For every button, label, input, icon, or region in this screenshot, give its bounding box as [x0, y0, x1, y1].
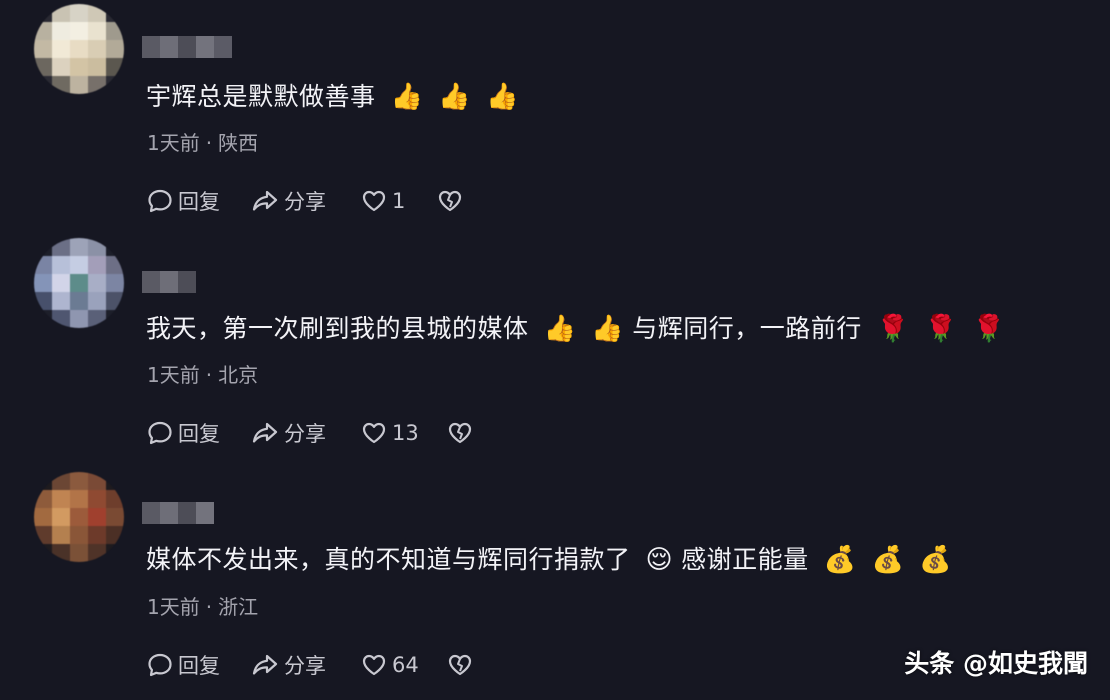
reply-label: 回复 — [178, 654, 220, 678]
comment-body-continued: 与辉同行，一路前行 — [632, 314, 862, 343]
thumbs-up-icon: 👍 — [591, 314, 625, 344]
comment-text: 媒体不发出来，真的不知道与辉同行捐款了 😌 感谢正能量 💰 💰 💰 — [146, 543, 952, 577]
dislike-button[interactable] — [446, 651, 474, 679]
share-label: 分享 — [284, 422, 326, 446]
reply-button[interactable]: 回复 — [146, 650, 250, 680]
comment-bubble-icon — [148, 421, 172, 445]
share-label: 分享 — [284, 654, 326, 678]
reply-label: 回复 — [178, 422, 220, 446]
reply-button[interactable]: 回复 — [146, 418, 250, 448]
broken-heart-icon — [448, 422, 472, 444]
share-button[interactable]: 分享 — [250, 186, 360, 216]
broken-heart-icon — [448, 654, 472, 676]
comment-bubble-icon — [148, 653, 172, 677]
thumbs-up-icon: 👍 — [438, 82, 472, 112]
money-bag-icon: 💰 — [823, 545, 857, 575]
comment-location: 北京 — [218, 363, 259, 387]
share-arrow-icon — [252, 422, 278, 443]
heart-icon — [362, 190, 386, 212]
comment-meta: 1天前 · 浙江 — [147, 595, 259, 619]
comment-bubble-icon — [148, 189, 172, 213]
avatar[interactable] — [34, 472, 124, 562]
comment-body: 我天，第一次刷到我的县城的媒体 — [146, 314, 529, 343]
money-bag-icon: 💰 — [919, 545, 953, 575]
money-bag-icon: 💰 — [871, 545, 905, 575]
like-count: 1 — [392, 189, 406, 213]
comment-location: 陕西 — [218, 131, 259, 155]
comment-actions: 回复 分享 1 — [146, 186, 464, 216]
comment-meta: 1天前 · 北京 — [147, 363, 259, 387]
avatar[interactable] — [34, 4, 124, 94]
share-button[interactable]: 分享 — [250, 650, 360, 680]
share-label: 分享 — [284, 190, 326, 214]
comment-time: 1天前 — [147, 363, 200, 387]
dislike-button[interactable] — [436, 187, 464, 215]
thumbs-up-icon: 👍 — [390, 82, 424, 112]
reply-label: 回复 — [178, 190, 220, 214]
avatar[interactable] — [34, 238, 124, 328]
share-button[interactable]: 分享 — [250, 418, 360, 448]
thumbs-up-icon: 👍 — [543, 314, 577, 344]
relieved-face-icon: 😌 — [645, 545, 674, 575]
share-arrow-icon — [252, 190, 278, 211]
comment-text: 我天，第一次刷到我的县城的媒体 👍 👍 与辉同行，一路前行 🌹 🌹 🌹 — [146, 312, 1005, 346]
rose-icon: 🌹 — [972, 314, 1006, 344]
rose-icon: 🌹 — [876, 314, 910, 344]
dislike-button[interactable] — [446, 419, 474, 447]
like-button[interactable]: 1 — [360, 187, 436, 215]
comment-actions: 回复 分享 64 — [146, 650, 474, 680]
comment-location: 浙江 — [218, 595, 259, 619]
username-blurred[interactable] — [142, 36, 232, 58]
comment-time: 1天前 — [147, 131, 200, 155]
like-count: 13 — [392, 421, 419, 445]
like-button[interactable]: 64 — [360, 651, 446, 679]
rose-icon: 🌹 — [924, 314, 958, 344]
thumbs-up-icon: 👍 — [486, 82, 520, 112]
watermark: 头条 @如史我聞 — [904, 649, 1088, 678]
like-count: 64 — [392, 653, 419, 677]
username-blurred[interactable] — [142, 502, 214, 524]
comment-actions: 回复 分享 13 — [146, 418, 474, 448]
like-button[interactable]: 13 — [360, 419, 446, 447]
broken-heart-icon — [438, 190, 462, 212]
heart-icon — [362, 654, 386, 676]
share-arrow-icon — [252, 654, 278, 675]
comment-text: 宇辉总是默默做善事 👍 👍 👍 — [146, 80, 519, 114]
heart-icon — [362, 422, 386, 444]
comment-body: 媒体不发出来，真的不知道与辉同行捐款了 — [146, 545, 631, 574]
comment-body-continued: 感谢正能量 — [681, 545, 809, 574]
comment-meta: 1天前 · 陕西 — [147, 131, 259, 155]
comment-body: 宇辉总是默默做善事 — [146, 82, 376, 111]
username-blurred[interactable] — [142, 271, 196, 293]
reply-button[interactable]: 回复 — [146, 186, 250, 216]
comment-time: 1天前 — [147, 595, 200, 619]
